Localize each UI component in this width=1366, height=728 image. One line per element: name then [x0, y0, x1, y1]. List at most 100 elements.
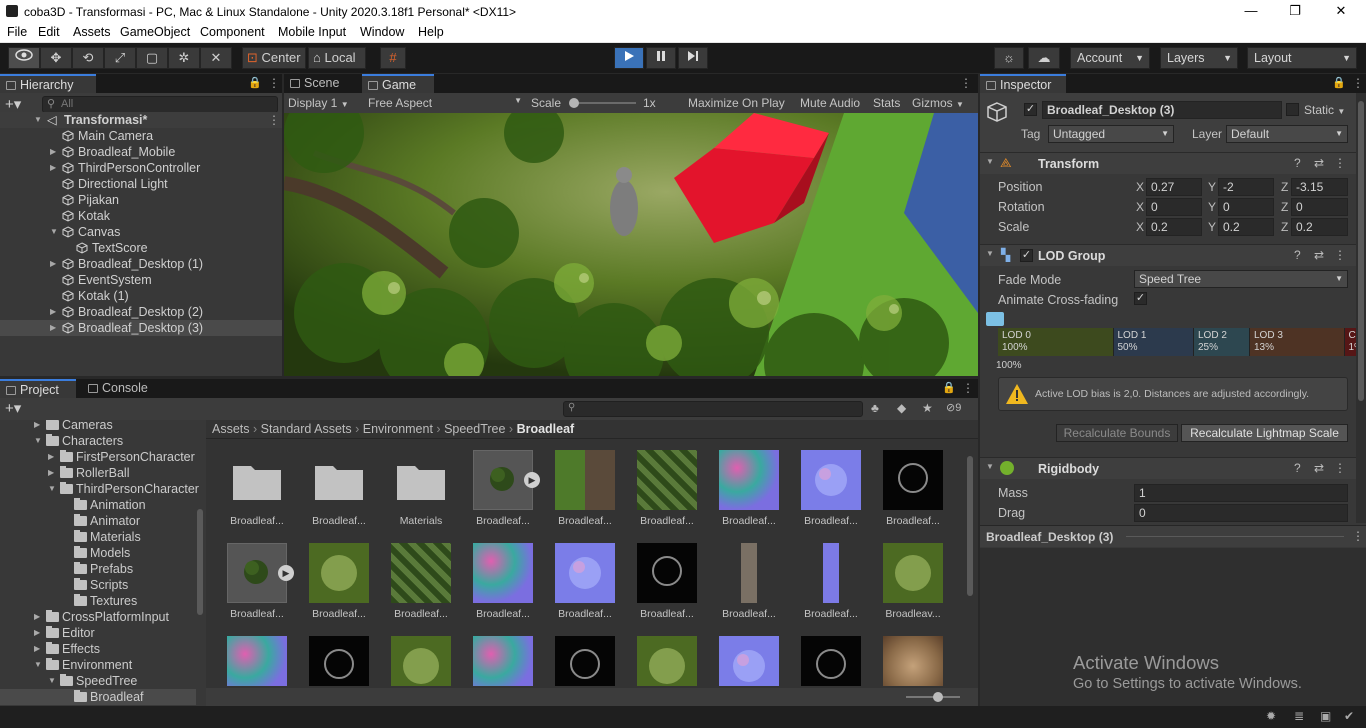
restore-button[interactable]: ❐: [1272, 0, 1318, 23]
recalculate-lightmap-scale-button[interactable]: Recalculate Lightmap Scale: [1181, 424, 1348, 442]
breadcrumb-item[interactable]: SpeedTree: [444, 422, 505, 436]
asset-item[interactable]: [796, 636, 866, 686]
asset-item[interactable]: Broadleaf...: [304, 543, 374, 627]
asset-item[interactable]: [386, 636, 456, 686]
help-icon[interactable]: ?: [1294, 248, 1301, 262]
chevron-right-icon[interactable]: ▶: [48, 465, 54, 481]
folder-tree-item[interactable]: ▼ Environment: [0, 657, 196, 673]
transform-header[interactable]: ▼ ⟁ Transform ? ⇄ ⋮: [980, 152, 1356, 174]
kebab-menu-icon[interactable]: ⋮: [960, 76, 972, 90]
rotation-x-field[interactable]: 0: [1146, 198, 1202, 216]
maximize-on-play-toggle[interactable]: Maximize On Play: [688, 96, 785, 110]
asset-item[interactable]: [878, 636, 948, 686]
kebab-menu-icon[interactable]: ⋮: [1334, 461, 1346, 475]
kebab-menu-icon[interactable]: ⋮: [268, 76, 280, 90]
hierarchy-item[interactable]: Directional Light: [0, 176, 282, 192]
asset-item[interactable]: [714, 636, 784, 686]
custom-tool-button[interactable]: ✕: [200, 47, 232, 69]
asset-item[interactable]: [550, 636, 620, 686]
scale-tool-button[interactable]: ⤢: [104, 47, 136, 69]
menu-assets[interactable]: Assets: [73, 25, 111, 39]
lock-icon[interactable]: 🔒: [1332, 76, 1346, 89]
add-icon[interactable]: +▾: [5, 95, 21, 113]
rotation-z-field[interactable]: 0: [1291, 198, 1348, 216]
inspector-scrollbar[interactable]: [1356, 93, 1366, 523]
static-dropdown[interactable]: Static ▼: [1304, 103, 1345, 117]
stack-icon[interactable]: ≣: [1294, 709, 1304, 723]
kebab-menu-icon[interactable]: ⋮: [962, 381, 974, 395]
scale-y-field[interactable]: 0.2: [1218, 218, 1274, 236]
asset-item[interactable]: Broadleaf...: [796, 450, 866, 534]
step-button[interactable]: [678, 47, 708, 69]
asset-item[interactable]: Broadleaf...: [304, 450, 374, 534]
chevron-right-icon[interactable]: ▶: [48, 449, 54, 465]
services-button[interactable]: ☼: [994, 47, 1024, 69]
folder-tree-item[interactable]: Prefabs: [0, 561, 196, 577]
mass-field[interactable]: 1: [1134, 484, 1348, 502]
asset-item[interactable]: Broadleaf...: [714, 543, 784, 627]
asset-item[interactable]: [222, 636, 292, 686]
folder-tree-item[interactable]: Models: [0, 545, 196, 561]
collab-button[interactable]: ☁: [1028, 47, 1060, 69]
folder-tree-item[interactable]: ▶ FirstPersonCharacter: [0, 449, 196, 465]
menu-window[interactable]: Window: [360, 25, 404, 39]
hierarchy-item[interactable]: Main Camera: [0, 128, 282, 144]
game-viewport[interactable]: [284, 113, 978, 376]
folder-tree-item[interactable]: ▶ CrossPlatformInput: [0, 609, 196, 625]
lod-group-header[interactable]: ▼ ▚ ✓ LOD Group ? ⇄ ⋮: [980, 244, 1356, 266]
tab-hierarchy[interactable]: Hierarchy: [0, 74, 96, 93]
pivot-local-button[interactable]: ⌂ Local: [308, 47, 366, 69]
lod-band[interactable]: LOD 1 50%: [1113, 328, 1194, 356]
grid-snap-button[interactable]: #: [380, 47, 406, 69]
hierarchy-item[interactable]: ▶ Broadleaf_Desktop (1): [0, 256, 282, 272]
kebab-menu-icon[interactable]: ⋮: [1334, 156, 1346, 170]
asset-item[interactable]: Broadleaf...: [550, 543, 620, 627]
asset-item[interactable]: ▶ Broadleaf...: [222, 543, 294, 627]
breadcrumb-item[interactable]: Standard Assets: [261, 422, 352, 436]
aspect-dropdown[interactable]: Free Aspect ▼: [368, 96, 522, 110]
folder-tree-item[interactable]: Scripts: [0, 577, 196, 593]
lock-icon[interactable]: 🔒: [248, 76, 262, 89]
lod-band[interactable]: LOD 2 25%: [1194, 328, 1250, 356]
hierarchy-item[interactable]: Kotak (1): [0, 288, 282, 304]
folder-tree-item[interactable]: Animation: [0, 497, 196, 513]
scale-x-field[interactable]: 0.2: [1146, 218, 1202, 236]
chevron-down-icon[interactable]: ▼: [50, 224, 58, 240]
chevron-right-icon[interactable]: ▶: [50, 144, 56, 160]
breadcrumb-item[interactable]: Assets: [212, 422, 250, 436]
tab-scene[interactable]: Scene: [284, 74, 360, 93]
help-icon[interactable]: ?: [1294, 156, 1301, 170]
layer-dropdown[interactable]: Default ▼: [1226, 125, 1348, 143]
menu-component[interactable]: Component: [200, 25, 265, 39]
layout-dropdown[interactable]: Layout ▼: [1247, 47, 1357, 69]
display-dropdown[interactable]: Display 1 ▼: [288, 96, 349, 110]
asset-item[interactable]: Broadleaf...: [468, 543, 538, 627]
hierarchy-item[interactable]: Kotak: [0, 208, 282, 224]
folder-tree-item[interactable]: ▼ Characters: [0, 433, 196, 449]
project-search-input[interactable]: ⚲: [563, 401, 863, 417]
mute-audio-toggle[interactable]: Mute Audio: [800, 96, 860, 110]
rotation-y-field[interactable]: 0: [1218, 198, 1274, 216]
chevron-right-icon[interactable]: ▶: [34, 609, 40, 625]
menu-help[interactable]: Help: [418, 25, 444, 39]
menu-edit[interactable]: Edit: [38, 25, 60, 39]
hand-tool-button[interactable]: [8, 47, 40, 69]
bug-icon[interactable]: ✹: [1266, 709, 1276, 723]
folder-tree-item[interactable]: ▶ Effects: [0, 641, 196, 657]
hierarchy-item[interactable]: TextScore: [0, 240, 282, 256]
add-icon[interactable]: +▾: [5, 399, 21, 417]
expand-prefab-icon[interactable]: ▶: [524, 472, 540, 488]
hierarchy-item[interactable]: Pijakan: [0, 192, 282, 208]
recalculate-bounds-button[interactable]: Recalculate Bounds: [1056, 424, 1178, 442]
asset-item[interactable]: Broadleaf...: [632, 450, 702, 534]
tag-dropdown[interactable]: Untagged ▼: [1048, 125, 1174, 143]
chevron-down-icon[interactable]: ▼: [34, 433, 42, 449]
chevron-right-icon[interactable]: ▶: [50, 256, 56, 272]
lock-icon[interactable]: 🔒: [942, 381, 956, 394]
scene-row[interactable]: ▼ ◁ Transformasi* ⋮: [0, 112, 282, 128]
pause-button[interactable]: [646, 47, 676, 69]
menu-mobile-input[interactable]: Mobile Input: [278, 25, 346, 39]
kebab-menu-icon[interactable]: ⋮: [1334, 248, 1346, 262]
star-icon[interactable]: ★: [922, 401, 933, 415]
asset-item[interactable]: Broadleaf...: [550, 450, 620, 534]
